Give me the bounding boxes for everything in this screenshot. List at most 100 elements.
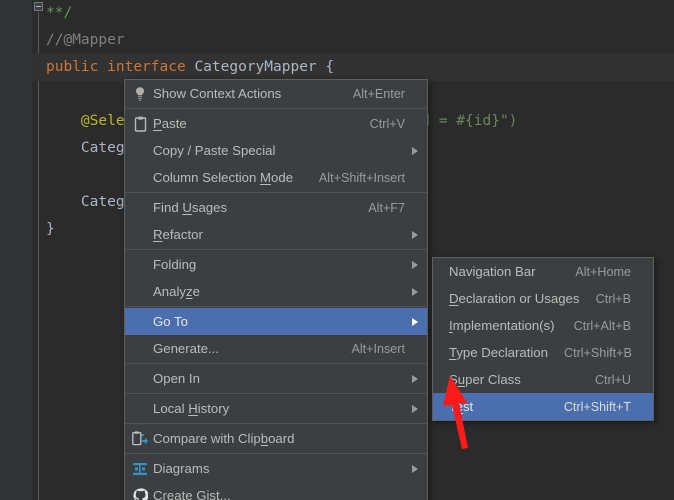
- menu-separator: [125, 363, 427, 364]
- ide-screenshot: **/ //@Mapper public interface CategoryMap…: [0, 0, 674, 500]
- github-icon: [127, 486, 153, 500]
- menu-item-open-in[interactable]: Open In: [125, 365, 427, 392]
- menu-item-label: Navigation Bar: [449, 264, 536, 279]
- menu-item-compare-with-clipboard[interactable]: Compare with Clipboard: [125, 425, 427, 452]
- menu-item-shortcut: Ctrl+B: [595, 291, 631, 306]
- menu-item-label: Folding: [153, 257, 197, 272]
- menu-item-shortcut: Ctrl+V: [369, 116, 405, 131]
- menu-item-icon-empty: [127, 339, 153, 359]
- menu-item-local-history[interactable]: Local History: [125, 395, 427, 422]
- menu-item-icon-empty: [127, 225, 153, 245]
- submenu-arrow-icon: [405, 260, 419, 269]
- menu-separator: [125, 108, 427, 109]
- menu-item-icon-empty: [127, 399, 153, 419]
- menu-item-label: Go To: [153, 314, 188, 329]
- submenu-arrow-icon: [405, 287, 419, 296]
- menu-item-icon-empty: [127, 369, 153, 389]
- code-token: {: [316, 59, 335, 75]
- code-token: interface: [107, 59, 186, 75]
- menu-separator: [125, 453, 427, 454]
- menu-item-icon-empty: [435, 343, 449, 363]
- menu-item-implementations[interactable]: Implementation(s) Ctrl+Alt+B: [433, 312, 653, 339]
- menu-item-label: Paste: [153, 116, 187, 131]
- menu-item-create-gist[interactable]: Create Gist...: [125, 482, 427, 500]
- menu-item-diagrams[interactable]: Diagrams: [125, 455, 427, 482]
- menu-item-label: Find Usages: [153, 200, 228, 215]
- menu-item-show-context-actions[interactable]: Show Context Actions Alt+Enter: [125, 80, 427, 107]
- menu-separator: [125, 249, 427, 250]
- code-token: //@Mapper: [46, 32, 125, 48]
- compare-clipboard-icon: [127, 429, 153, 449]
- submenu-arrow-icon: [405, 404, 419, 413]
- menu-separator: [125, 393, 427, 394]
- menu-item-navigation-bar[interactable]: Navigation Bar Alt+Home: [433, 258, 653, 285]
- code-token: public: [46, 59, 99, 75]
- code-folding-marker[interactable]: [34, 2, 43, 11]
- menu-item-label: Analyze: [153, 284, 200, 299]
- code-line: **/: [46, 0, 517, 27]
- red-pointer-arrow: [443, 376, 468, 449]
- menu-item-copy-paste-special[interactable]: Copy / Paste Special: [125, 137, 427, 164]
- menu-item-shortcut: Alt+Home: [575, 264, 631, 279]
- menu-item-paste[interactable]: Paste Ctrl+V: [125, 110, 427, 137]
- menu-item-analyze[interactable]: Analyze: [125, 278, 427, 305]
- menu-item-icon-empty: [127, 255, 153, 275]
- menu-item-label: Implementation(s): [449, 318, 555, 333]
- menu-item-label: Generate...: [153, 341, 219, 356]
- menu-item-shortcut: Ctrl+Shift+B: [563, 345, 632, 360]
- menu-item-label: Declaration or Usages: [449, 291, 580, 306]
- menu-item-icon-empty: [435, 262, 449, 282]
- code-line: public interface CategoryMapper {: [46, 54, 517, 81]
- menu-item-label: Create Gist...: [153, 488, 231, 500]
- menu-item-icon-empty: [127, 168, 153, 188]
- menu-item-label: Refactor: [153, 227, 203, 242]
- submenu-arrow-icon: [405, 317, 419, 326]
- menu-item-shortcut: Ctrl+Shift+T: [563, 399, 631, 414]
- menu-item-folding[interactable]: Folding: [125, 251, 427, 278]
- diagram-icon: [127, 459, 153, 479]
- menu-item-label: Type Declaration: [449, 345, 548, 360]
- menu-item-label: Show Context Actions: [153, 86, 282, 101]
- menu-item-label: Column Selection Mode: [153, 170, 294, 185]
- menu-item-find-usages[interactable]: Find Usages Alt+F7: [125, 194, 427, 221]
- menu-separator: [125, 306, 427, 307]
- menu-item-shortcut: Alt+Insert: [351, 341, 405, 356]
- menu-item-label: Local History: [153, 401, 230, 416]
- code-line: //@Mapper: [46, 27, 517, 54]
- menu-item-type-declaration[interactable]: Type Declaration Ctrl+Shift+B: [433, 339, 653, 366]
- folding-guide-line: [38, 12, 39, 500]
- menu-item-icon-empty: [127, 282, 153, 302]
- menu-item-shortcut: Alt+Enter: [352, 86, 405, 101]
- submenu-arrow-icon: [405, 230, 419, 239]
- menu-item-generate[interactable]: Generate... Alt+Insert: [125, 335, 427, 362]
- menu-item-icon-empty: [435, 289, 449, 309]
- menu-item-icon-empty: [127, 312, 153, 332]
- menu-item-go-to[interactable]: Go To: [125, 308, 427, 335]
- menu-separator: [125, 192, 427, 193]
- menu-item-refactor[interactable]: Refactor: [125, 221, 427, 248]
- menu-item-shortcut: Alt+F7: [368, 200, 405, 215]
- submenu-arrow-icon: [405, 464, 419, 473]
- menu-item-icon-empty: [435, 316, 449, 336]
- lightbulb-icon: [127, 84, 153, 104]
- menu-item-shortcut: Ctrl+Alt+B: [573, 318, 631, 333]
- menu-item-label: Compare with Clipboard: [153, 431, 295, 446]
- editor-gutter[interactable]: [0, 0, 32, 500]
- submenu-arrow-icon: [405, 146, 419, 155]
- clipboard-icon: [127, 114, 153, 134]
- menu-item-label: Copy / Paste Special: [153, 143, 276, 158]
- menu-separator: [125, 423, 427, 424]
- editor-context-menu[interactable]: Show Context Actions Alt+Enter Paste Ctrl+V…: [124, 79, 428, 500]
- menu-item-declaration-or-usages[interactable]: Declaration or Usages Ctrl+B: [433, 285, 653, 312]
- menu-item-label: Open In: [153, 371, 200, 386]
- code-token: }: [46, 221, 55, 237]
- submenu-arrow-icon: [405, 374, 419, 383]
- menu-item-shortcut: Alt+Shift+Insert: [318, 170, 405, 185]
- code-token: CategoryMapper: [194, 59, 317, 75]
- menu-item-shortcut: Ctrl+U: [594, 372, 631, 387]
- menu-item-label: Diagrams: [153, 461, 210, 476]
- menu-item-icon-empty: [127, 198, 153, 218]
- code-token: **/: [46, 5, 73, 21]
- menu-item-column-selection-mode[interactable]: Column Selection Mode Alt+Shift+Insert: [125, 164, 427, 191]
